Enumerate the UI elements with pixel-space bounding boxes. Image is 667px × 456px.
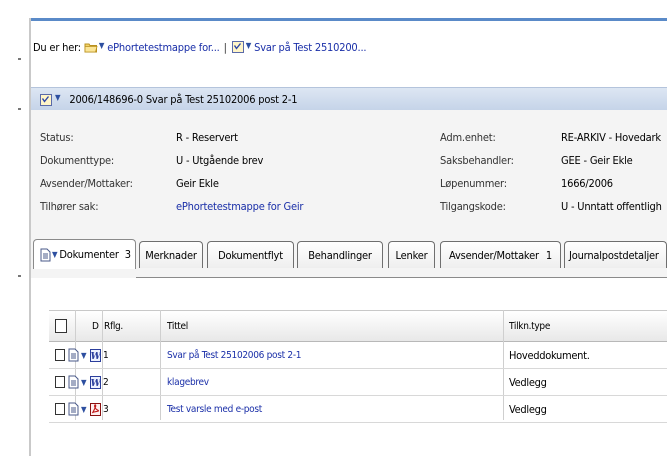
breadcrumb: Du er her: ▼ ePhortetestmappe for... | ▼… xyxy=(33,36,367,58)
tab-label: Journalpostdetaljer xyxy=(569,248,659,262)
window-top-area xyxy=(0,0,667,18)
svg-text:W: W xyxy=(91,352,101,362)
chevron-down-icon[interactable]: ▼ xyxy=(81,369,87,395)
tab-label: Behandlinger xyxy=(308,248,372,262)
tilhorer-sak-link[interactable]: ePhortetestmappe for Geir xyxy=(176,200,303,213)
svg-text:W: W xyxy=(91,379,101,389)
document-header-bar: ▼ 2006/148696-0 Svar på Test 25102006 po… xyxy=(31,87,667,112)
breadcrumb-folder-link[interactable]: ePhortetestmappe for... xyxy=(107,41,220,54)
table-row[interactable]: ▼ W 2 klagebrev Vedlegg xyxy=(49,369,667,395)
tab-merknader[interactable]: Merknader xyxy=(139,241,203,268)
row-checkbox[interactable] xyxy=(55,376,65,388)
breadcrumb-document-link[interactable]: Svar på Test 2510200... xyxy=(254,41,366,54)
lopenummer-label: Løpenummer: xyxy=(440,177,507,190)
row-title-link[interactable]: Svar på Test 25102006 post 2-1 xyxy=(167,350,302,361)
side-tick xyxy=(18,58,21,60)
side-tick xyxy=(18,108,21,110)
tab-count: 3 xyxy=(124,248,131,261)
chevron-down-icon[interactable]: ▼ xyxy=(246,41,252,50)
row-type: Vedlegg xyxy=(509,402,547,416)
row-number: 1 xyxy=(103,349,109,361)
breadcrumb-prefix: Du er her: xyxy=(33,40,81,54)
tab-count: 1 xyxy=(545,248,552,262)
side-tick xyxy=(18,275,21,277)
tab-dokumenter[interactable]: ▼ Dokumenter 3 xyxy=(33,239,136,269)
word-icon: W xyxy=(90,369,101,395)
tab-label: Merknader xyxy=(145,248,197,262)
tilgangskode-value: U - Unntatt offentligh xyxy=(561,200,662,213)
tab-label: Avsender/Mottaker xyxy=(449,248,539,262)
column-header-rflg[interactable]: Rflg. xyxy=(104,311,123,341)
metadata-panel: Status: R - Reservert Dokumenttype: U - … xyxy=(31,110,667,236)
row-title-link[interactable]: klagebrev xyxy=(167,377,209,388)
row-type: Vedlegg xyxy=(509,375,547,389)
status-value: R - Reservert xyxy=(176,131,238,144)
chevron-down-icon[interactable]: ▼ xyxy=(55,93,61,102)
tab-bar: ▼ Dokumenter 3 Merknader Dokumentflyt Be… xyxy=(31,236,667,278)
select-all-checkbox[interactable] xyxy=(55,319,67,333)
dokumenttype-value: U - Utgående brev xyxy=(176,154,264,167)
row-title-link[interactable]: Test varsle med e-post xyxy=(167,404,262,415)
document-list-icon xyxy=(40,248,51,262)
chevron-down-icon[interactable]: ▼ xyxy=(81,396,87,422)
folder-icon xyxy=(84,41,98,54)
top-accent-line xyxy=(29,18,667,21)
column-header-tittel[interactable]: Tittel xyxy=(167,311,188,341)
row-title-cell: klagebrev xyxy=(167,369,209,395)
tab-avsender-mottaker[interactable]: Avsender/Mottaker 1 xyxy=(440,241,561,268)
tab-dokumentflyt[interactable]: Dokumentflyt xyxy=(207,241,294,268)
row-select-cell xyxy=(55,369,65,395)
row-select-cell xyxy=(55,342,65,368)
avsender-mottaker-value: Geir Ekle xyxy=(176,177,219,190)
document-icon[interactable] xyxy=(68,396,79,422)
document-icon xyxy=(231,40,245,54)
chevron-down-icon[interactable]: ▼ xyxy=(99,41,105,50)
row-title-cell: Svar på Test 25102006 post 2-1 xyxy=(167,342,302,368)
tab-label: Lenker xyxy=(395,248,428,262)
tab-label: Dokumentflyt xyxy=(218,248,283,262)
row-checkbox[interactable] xyxy=(55,403,65,415)
tab-label: Dokumenter xyxy=(59,248,119,261)
chevron-down-icon[interactable]: ▼ xyxy=(52,250,58,259)
breadcrumb-separator: | xyxy=(223,40,227,54)
tab-behandlinger[interactable]: Behandlinger xyxy=(297,241,383,268)
chevron-down-icon[interactable]: ▼ xyxy=(81,342,87,368)
tilgangskode-label: Tilgangskode: xyxy=(440,200,506,213)
table-row[interactable]: ▼ 3 Test varsle med e-post Vedlegg xyxy=(49,396,667,422)
document-title: 2006/148696-0 Svar på Test 25102006 post… xyxy=(69,93,298,106)
pdf-icon xyxy=(90,396,101,422)
saksbehandler-label: Saksbehandler: xyxy=(440,154,514,167)
row-number: 3 xyxy=(103,403,109,415)
lopenummer-value: 1666/2006 xyxy=(561,177,613,190)
avsender-mottaker-label: Avsender/Mottaker: xyxy=(40,177,133,190)
adm-enhet-label: Adm.enhet: xyxy=(440,131,496,144)
row-divider xyxy=(49,422,667,423)
row-number: 2 xyxy=(103,376,109,388)
select-all-cell xyxy=(55,311,67,341)
tab-journalpostdetaljer[interactable]: Journalpostdetaljer xyxy=(564,241,667,268)
column-header-d[interactable]: D xyxy=(92,311,99,341)
adm-enhet-value: RE-ARKIV - Hovedark xyxy=(561,131,661,144)
document-icon xyxy=(39,93,53,107)
document-icon[interactable] xyxy=(68,369,79,395)
document-icon[interactable] xyxy=(68,342,79,368)
row-checkbox[interactable] xyxy=(55,349,65,361)
row-type: Hoveddokument. xyxy=(509,348,590,362)
tilhorer-sak-label: Tilhører sak: xyxy=(40,200,99,213)
table-header: D Rflg. Tittel Tilkn.type xyxy=(49,310,667,342)
column-header-tilkn-type[interactable]: Tilkn.type xyxy=(509,311,550,341)
status-label: Status: xyxy=(40,131,74,144)
tab-lenker[interactable]: Lenker xyxy=(388,241,435,268)
word-icon: W xyxy=(90,342,101,368)
saksbehandler-value: GEE - Geir Ekle xyxy=(561,154,633,167)
row-select-cell xyxy=(55,396,65,422)
table-row[interactable]: ▼ W 1 Svar på Test 25102006 post 2-1 Hov… xyxy=(49,342,667,368)
row-title-cell: Test varsle med e-post xyxy=(167,396,262,422)
dokumenttype-label: Dokumenttype: xyxy=(40,154,115,167)
